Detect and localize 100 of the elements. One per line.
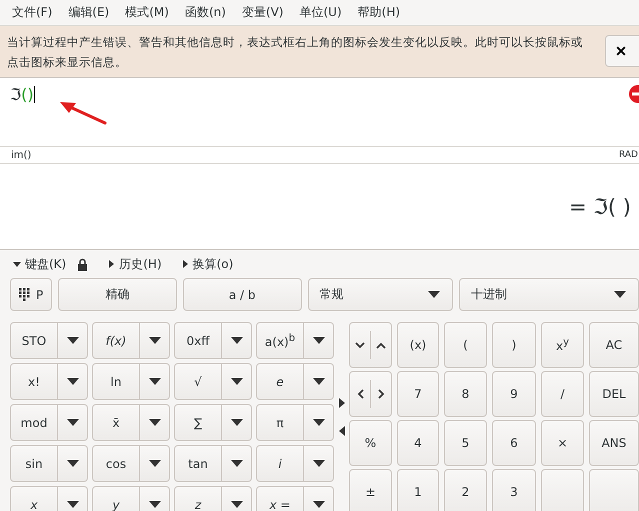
function-key[interactable]: 0xff xyxy=(174,322,222,359)
keypad-key[interactable]: 3 xyxy=(492,469,536,511)
caret-icon xyxy=(312,337,324,344)
angle-mode: RAD xyxy=(619,150,638,160)
keypad-key[interactable]: ( xyxy=(444,322,487,368)
dropdown-arrow-button[interactable] xyxy=(58,322,88,359)
keypad-key[interactable]: x$^{y}$ xyxy=(541,322,584,368)
function-key[interactable]: ln xyxy=(92,363,140,400)
caret-icon xyxy=(66,419,78,426)
dropdown-arrow-button[interactable] xyxy=(304,445,334,482)
caret-icon xyxy=(230,460,242,467)
arrow-annotation xyxy=(58,100,108,126)
keypad-toggle-button[interactable]: P xyxy=(10,278,52,311)
function-key[interactable]: √ xyxy=(174,363,222,400)
panel-toggle[interactable]: 键盘(K) xyxy=(25,256,66,272)
keypad-key[interactable]: ) xyxy=(492,322,536,368)
result-text: = ℑ( ) xyxy=(569,194,631,218)
function-key[interactable]: ∑ xyxy=(174,404,222,441)
dropdown-arrow-button[interactable] xyxy=(304,322,334,359)
menu-item[interactable]: 函数(n) xyxy=(178,4,232,21)
chevron-down-icon xyxy=(355,342,365,348)
expression-field[interactable]: ℑ() xyxy=(0,78,639,146)
function-key[interactable]: f(x) xyxy=(92,322,140,359)
expand-right-icon[interactable] xyxy=(338,398,344,408)
dropdown-arrow-button[interactable] xyxy=(222,445,252,482)
function-key[interactable]: a(x)$^{b}$ xyxy=(256,322,304,359)
dropdown-arrow-button[interactable] xyxy=(222,322,252,359)
function-key[interactable]: x̄ xyxy=(92,404,140,441)
keypad-key[interactable]: 1 xyxy=(397,469,439,511)
chevron-left-icon xyxy=(356,389,364,399)
menu-item[interactable]: 帮助(H) xyxy=(352,4,406,21)
caret-icon xyxy=(230,501,242,508)
function-key[interactable]: x = xyxy=(256,486,304,511)
keypad-key[interactable]: AC xyxy=(589,322,639,368)
caret-icon xyxy=(428,291,440,298)
menu-item[interactable]: 文件(F) xyxy=(6,4,58,21)
keypad-key[interactable]: 9 xyxy=(492,371,536,417)
function-key[interactable]: x xyxy=(10,486,58,511)
function-key[interactable]: z xyxy=(174,486,222,511)
panel-toggle[interactable]: 历史(H) xyxy=(119,256,162,272)
keypad-key[interactable]: ANS xyxy=(589,420,639,466)
dropdown-arrow-button[interactable] xyxy=(140,322,170,359)
dropdown[interactable]: 常规 xyxy=(308,278,453,311)
panel-toggle[interactable]: 换算(o) xyxy=(192,256,234,272)
caret-icon xyxy=(148,378,160,385)
keypad-key[interactable]: 2 xyxy=(444,469,487,511)
lock-icon[interactable] xyxy=(77,258,88,270)
chevron-right-icon xyxy=(378,389,384,399)
function-key[interactable]: mod xyxy=(10,404,58,441)
dropdown-arrow-button[interactable] xyxy=(222,404,252,441)
keypad-key[interactable]: 5 xyxy=(444,420,487,466)
caret-icon xyxy=(230,378,242,385)
dropdown-arrow-button[interactable] xyxy=(222,363,252,400)
caret-icon xyxy=(148,419,160,426)
function-key[interactable]: cos xyxy=(92,445,140,482)
function-key[interactable]: i xyxy=(256,445,304,482)
menu-item[interactable]: 编辑(E) xyxy=(62,4,116,21)
mode-button[interactable]: a / b xyxy=(182,278,302,311)
function-key[interactable]: y xyxy=(92,486,140,511)
dropdown-arrow-button[interactable] xyxy=(304,363,334,400)
close-button[interactable]: × xyxy=(605,35,639,67)
caret-icon xyxy=(66,501,78,508)
expand-left-icon[interactable] xyxy=(338,426,344,436)
caret-icon xyxy=(614,291,626,298)
expanded-icon[interactable] xyxy=(12,259,22,269)
dropdown-arrow-button[interactable] xyxy=(140,363,170,400)
function-key[interactable]: π xyxy=(256,404,304,441)
keypad-key[interactable]: 6 xyxy=(492,420,536,466)
keypad-key[interactable]: DEL xyxy=(589,371,639,417)
function-key[interactable]: STO xyxy=(10,322,58,359)
dropdown[interactable]: 十进制 xyxy=(458,278,639,311)
keypad-key[interactable]: ∕ xyxy=(541,371,584,417)
function-key[interactable]: e xyxy=(256,363,304,400)
dropdown-arrow-button[interactable] xyxy=(58,363,88,400)
caret-icon xyxy=(312,501,324,508)
dropdown-arrow-button[interactable] xyxy=(58,404,88,441)
menu-item[interactable]: 变量(V) xyxy=(236,4,290,21)
dropdown-arrow-button[interactable] xyxy=(140,404,170,441)
dropdown-arrow-button[interactable] xyxy=(304,404,334,441)
caret-icon xyxy=(312,460,324,467)
function-key[interactable]: sin xyxy=(10,445,58,482)
collapsed-icon[interactable] xyxy=(106,259,116,269)
function-key[interactable]: tan xyxy=(174,445,222,482)
keypad-key[interactable]: × xyxy=(541,420,584,466)
chevron-up-icon xyxy=(376,342,386,348)
keypad-key[interactable]: % xyxy=(349,420,392,466)
keypad-key[interactable]: 7 xyxy=(397,371,439,417)
dropdown-arrow-button[interactable] xyxy=(140,445,170,482)
keypad-key[interactable]: 8 xyxy=(444,371,487,417)
dropdown-arrow-button[interactable] xyxy=(58,445,88,482)
caret-icon xyxy=(230,419,242,426)
function-key[interactable]: x! xyxy=(10,363,58,400)
caret-icon xyxy=(148,501,160,508)
menu-item[interactable]: 模式(M) xyxy=(119,4,175,21)
keypad-key[interactable]: (x) xyxy=(397,322,439,368)
keypad-key[interactable]: ± xyxy=(349,469,392,511)
mode-button[interactable]: 精确 xyxy=(58,278,177,311)
keypad-key[interactable]: 4 xyxy=(397,420,439,466)
caret-icon xyxy=(312,378,324,385)
menu-item[interactable]: 单位(U) xyxy=(293,4,348,21)
